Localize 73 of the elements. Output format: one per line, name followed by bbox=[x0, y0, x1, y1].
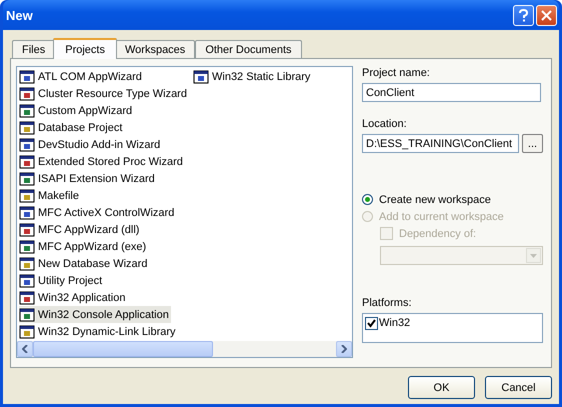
field-label: Location: bbox=[362, 118, 408, 132]
caret-icon bbox=[530, 254, 537, 258]
item-label: Cluster Resource Type Wizard bbox=[38, 88, 187, 100]
check-icon bbox=[367, 318, 376, 328]
item-label: Custom AppWizard bbox=[38, 104, 132, 116]
item-label: ATL COM AppWizard bbox=[38, 70, 142, 82]
project-icon bbox=[19, 86, 35, 102]
project-icon bbox=[19, 120, 35, 136]
tab[interactable]: Projects bbox=[53, 38, 117, 59]
project-type-item[interactable]: Utility Project bbox=[19, 272, 104, 289]
close-icon[interactable] bbox=[536, 4, 557, 26]
project-icon bbox=[19, 102, 35, 118]
project-icon bbox=[19, 68, 35, 84]
item-label: MFC AppWizard (dll) bbox=[38, 224, 140, 236]
scrollbar-thumb[interactable] bbox=[33, 341, 213, 357]
project-type-item[interactable]: Win32 Static Library bbox=[193, 68, 312, 85]
help-icon[interactable] bbox=[513, 4, 534, 26]
project-type-item[interactable]: ATL COM AppWizard bbox=[19, 68, 144, 85]
project-type-item[interactable]: Extended Stored Proc Wizard bbox=[19, 153, 185, 170]
project-type-item[interactable]: Win32 Application bbox=[19, 289, 128, 306]
project-icon bbox=[19, 324, 35, 340]
location-field[interactable]: D:\ESS_TRAINING\ConClient bbox=[362, 134, 519, 153]
item-label: MFC AppWizard (exe) bbox=[38, 240, 146, 252]
item-label: ISAPI Extension Wizard bbox=[38, 172, 155, 184]
project-type-item[interactable]: DevStudio Add-in Wizard bbox=[19, 136, 162, 153]
project-type-item[interactable]: Win32 Dynamic-Link Library bbox=[19, 323, 178, 340]
item-label: Win32 Static Library bbox=[212, 70, 310, 82]
project-type-item[interactable]: MFC AppWizard (exe) bbox=[19, 238, 148, 255]
item-label: MFC ActiveX ControlWizard bbox=[38, 206, 174, 218]
project-icon bbox=[193, 68, 209, 84]
project-icon bbox=[19, 170, 35, 186]
project-icon bbox=[19, 256, 35, 272]
platform-checkbox[interactable]: Win32 bbox=[365, 316, 410, 330]
project-name-field[interactable]: ConClient bbox=[362, 83, 541, 102]
item-label: Makefile bbox=[38, 190, 79, 202]
window-title: New bbox=[6, 8, 34, 22]
project-type-item[interactable]: MFC ActiveX ControlWizard bbox=[19, 204, 176, 221]
scroll-left-icon[interactable] bbox=[17, 341, 33, 357]
item-label: Win32 Application bbox=[38, 292, 126, 304]
project-icon bbox=[19, 188, 35, 204]
tab[interactable]: Other Documents bbox=[195, 40, 302, 58]
item-label: Win32 Console Application bbox=[38, 308, 169, 320]
field-label: Platforms: bbox=[362, 297, 413, 311]
dialog-button[interactable]: Cancel bbox=[485, 376, 552, 399]
radio-option[interactable]: Create new workspace bbox=[362, 191, 543, 208]
project-icon bbox=[19, 136, 35, 152]
project-icon bbox=[19, 290, 35, 306]
project-type-item[interactable]: Cluster Resource Type Wizard bbox=[19, 85, 189, 102]
project-type-item[interactable]: ISAPI Extension Wizard bbox=[19, 170, 157, 187]
project-icon bbox=[19, 306, 35, 322]
dialog-button[interactable]: OK bbox=[408, 376, 475, 399]
item-label: Win32 Dynamic-Link Library bbox=[38, 326, 176, 338]
tab[interactable]: Workspaces bbox=[114, 40, 196, 58]
tab[interactable]: Files bbox=[12, 40, 56, 58]
project-icon bbox=[19, 238, 35, 254]
item-label: Utility Project bbox=[38, 274, 102, 286]
project-type-item[interactable]: Makefile bbox=[19, 187, 81, 204]
item-label: Extended Stored Proc Wizard bbox=[38, 156, 183, 168]
project-type-item[interactable]: MFC AppWizard (dll) bbox=[19, 221, 142, 238]
project-icon bbox=[19, 154, 35, 170]
field-label: Project name: bbox=[362, 67, 431, 81]
item-label: New Database Wizard bbox=[38, 258, 148, 270]
project-icon bbox=[19, 222, 35, 238]
project-type-item[interactable]: Win32 Console Application bbox=[19, 306, 171, 323]
item-label: Database Project bbox=[38, 122, 122, 134]
browse-button[interactable]: ... bbox=[522, 134, 543, 153]
scroll-right-icon[interactable] bbox=[336, 341, 352, 357]
item-label: DevStudio Add-in Wizard bbox=[38, 138, 160, 150]
project-type-item[interactable]: Custom AppWizard bbox=[19, 102, 134, 119]
project-type-item[interactable]: Database Project bbox=[19, 119, 124, 136]
project-icon bbox=[19, 204, 35, 220]
project-icon bbox=[19, 272, 35, 288]
project-type-item[interactable]: New Database Wizard bbox=[19, 255, 150, 272]
